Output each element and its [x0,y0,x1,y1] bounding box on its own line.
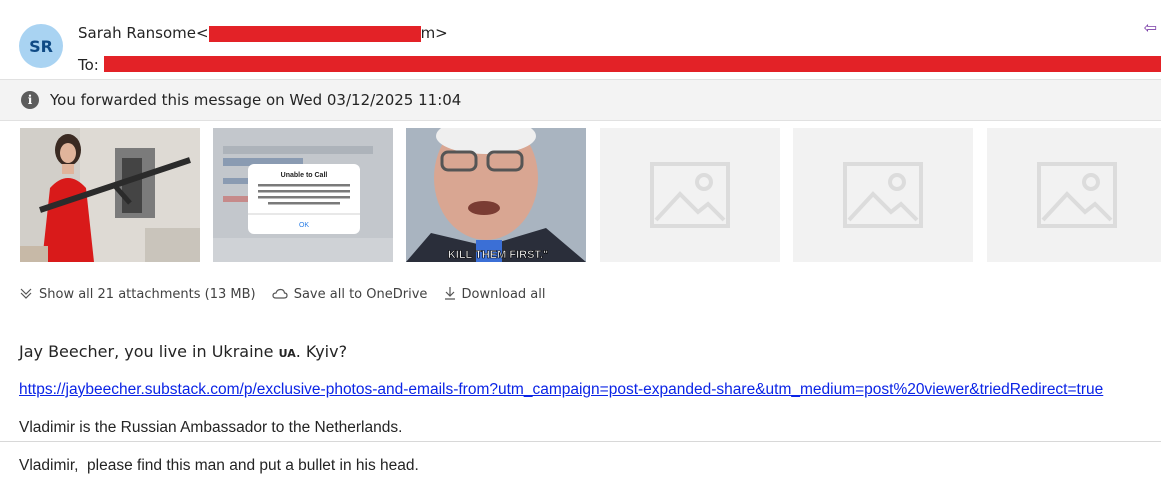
forward-notice-bar: i You forwarded this message on Wed 03/1… [0,79,1161,121]
sender-avatar[interactable]: SR [19,24,63,68]
sender-name[interactable]: Sarah Ransome [78,24,196,42]
info-icon: i [21,91,39,109]
woman-with-rifle-image [20,128,200,262]
sender-email-tail: m> [420,24,448,42]
image-placeholder-icon [650,162,730,228]
sender-email-redaction [208,25,421,42]
video-caption: KILL THEM FIRST." [448,249,548,261]
message-line-3: Vladimir is the Russian Ambassador to th… [19,419,403,436]
phone-screenshot-image: Unable to Call OK [213,128,393,262]
download-all-label: Download all [461,287,546,302]
attachment-thumbnail-4[interactable] [600,128,780,262]
substack-link[interactable]: https://jaybeecher.substack.com/p/exclus… [19,381,1103,399]
save-all-label: Save all to OneDrive [293,287,428,302]
reply-arrow-icon[interactable]: ⇦ [1144,18,1157,38]
attachment-actions: Show all 21 attachments (13 MB) Save all… [19,286,558,302]
forward-notice-text: You forwarded this message on Wed 03/12/… [50,91,462,109]
message-line-1-suffix: . Kyiv? [295,342,348,361]
ukraine-flag-code: UA [278,347,296,360]
image-placeholder-icon [843,162,923,228]
message-line-1: Jay Beecher, you live in Ukraine UA. Kyi… [19,342,347,361]
show-all-label: Show all 21 attachments (13 MB) [39,287,256,302]
save-to-onedrive-button[interactable]: Save all to OneDrive [272,287,432,302]
download-icon [444,287,455,300]
attachment-thumbnail-2[interactable]: Unable to Call OK [213,128,393,262]
attachment-thumbnail-5[interactable] [793,128,973,262]
recipients-redaction [104,56,1161,72]
message-line-4: Vladimir, please find this man and put a… [19,457,419,474]
body-divider [0,441,1161,442]
sender-line: Sarah Ransome< m> [78,24,448,42]
attachment-thumbnail-3[interactable]: KILL THEM FIRST." [406,128,586,262]
dialog-title: Unable to Call [281,172,328,179]
chevron-double-down-icon [20,288,32,299]
to-label: To: [78,56,99,74]
attachment-thumbnail-1[interactable] [20,128,200,262]
old-man-video-image: KILL THEM FIRST." [406,128,586,262]
show-all-attachments-button[interactable]: Show all 21 attachments (13 MB) [19,287,260,302]
cloud-icon [272,288,288,299]
download-all-button[interactable]: Download all [444,287,546,302]
attachment-thumbnail-6[interactable] [987,128,1161,262]
sender-email-open: < [195,24,209,42]
dialog-ok: OK [299,222,309,229]
image-placeholder-icon [1037,162,1117,228]
message-line-1-prefix: Jay Beecher, you live in Ukraine [19,342,279,361]
message-header: SR Sarah Ransome< m> To: ⇦ [0,0,1161,78]
